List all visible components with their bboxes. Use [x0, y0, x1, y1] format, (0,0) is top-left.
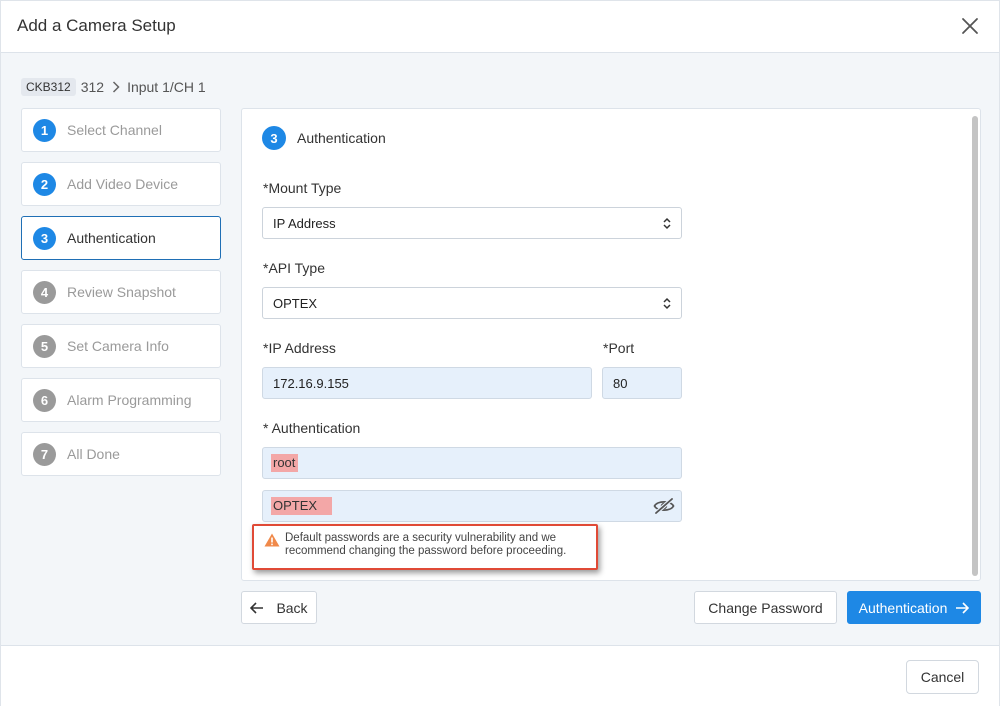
step-number: 2	[33, 172, 56, 196]
step-label: Authentication	[67, 230, 156, 246]
step-list: 1 Select Channel 2 Add Video Device 3 Au…	[21, 108, 221, 486]
step-label: All Done	[67, 446, 120, 462]
select-arrows-icon	[663, 297, 671, 313]
panel-title: Authentication	[297, 130, 386, 146]
api-type-select[interactable]: OPTEX	[262, 287, 682, 319]
step-authentication[interactable]: 3 Authentication	[21, 216, 221, 260]
breadcrumb-channel: Input 1/CH 1	[127, 79, 206, 95]
panel-step-number: 3	[262, 126, 286, 150]
step-number: 4	[33, 280, 56, 304]
select-arrows-icon	[663, 217, 671, 233]
dialog-footer: Cancel	[1, 645, 999, 706]
dialog-title: Add a Camera Setup	[17, 16, 176, 35]
mount-type-select[interactable]: IP Address	[262, 207, 682, 239]
ip-address-input[interactable]: 172.16.9.155	[262, 367, 592, 399]
ip-address-value: 172.16.9.155	[273, 375, 349, 391]
close-icon[interactable]	[959, 15, 981, 37]
password-input[interactable]: OPTEX	[262, 490, 682, 522]
port-label: *Port	[603, 340, 635, 356]
next-label: Authentication	[858, 599, 948, 616]
step-all-done[interactable]: 7 All Done	[21, 432, 221, 476]
authentication-next-button[interactable]: Authentication	[847, 591, 981, 624]
mount-type-value: IP Address	[273, 215, 336, 231]
step-select-channel[interactable]: 1 Select Channel	[21, 108, 221, 152]
step-number: 3	[33, 226, 56, 250]
password-warning: Default passwords are a security vulnera…	[252, 524, 598, 570]
breadcrumb-badge: CKB312	[21, 78, 76, 96]
step-label: Select Channel	[67, 122, 162, 138]
username-value: root	[271, 454, 299, 472]
authentication-panel: 3 Authentication *Mount Type IP Address …	[241, 108, 981, 581]
step-add-video-device[interactable]: 2 Add Video Device	[21, 162, 221, 206]
eye-off-icon[interactable]	[653, 497, 675, 518]
dialog-header: Add a Camera Setup	[1, 1, 999, 53]
arrow-left-icon	[250, 601, 264, 614]
step-set-camera-info[interactable]: 5 Set Camera Info	[21, 324, 221, 368]
step-label: Review Snapshot	[67, 284, 176, 300]
add-camera-dialog: Add a Camera Setup CKB312 312 Input 1/CH…	[0, 0, 1000, 706]
warning-icon	[264, 533, 280, 547]
port-value: 80	[613, 375, 628, 391]
authentication-label: * Authentication	[263, 420, 361, 436]
arrow-right-icon	[956, 601, 970, 614]
scrollbar[interactable]	[972, 116, 978, 576]
mount-type-label: *Mount Type	[263, 180, 342, 196]
breadcrumb-device[interactable]: 312	[81, 79, 104, 95]
change-password-button[interactable]: Change Password	[694, 591, 837, 624]
chevron-right-icon	[112, 81, 120, 93]
step-alarm-programming[interactable]: 6 Alarm Programming	[21, 378, 221, 422]
cancel-button[interactable]: Cancel	[906, 660, 979, 694]
api-type-label: *API Type	[263, 260, 326, 276]
breadcrumb: CKB312 312 Input 1/CH 1	[21, 77, 206, 97]
step-number: 6	[33, 388, 56, 412]
back-label: Back	[276, 599, 308, 616]
change-password-label: Change Password	[708, 599, 823, 616]
back-button[interactable]: Back	[241, 591, 317, 624]
ip-address-label: *IP Address	[263, 340, 336, 356]
step-number: 5	[33, 334, 56, 358]
api-type-value: OPTEX	[273, 295, 318, 311]
warning-text: Default passwords are a security vulnera…	[285, 532, 567, 557]
username-input[interactable]: root	[262, 447, 682, 479]
step-label: Add Video Device	[67, 176, 179, 192]
port-input[interactable]: 80	[602, 367, 682, 399]
step-label: Alarm Programming	[67, 392, 192, 408]
panel-header: 3 Authentication	[262, 126, 386, 150]
step-number: 7	[33, 442, 56, 466]
step-number: 1	[33, 118, 56, 142]
step-label: Set Camera Info	[67, 338, 169, 354]
password-value: OPTEX	[271, 497, 333, 515]
step-review-snapshot[interactable]: 4 Review Snapshot	[21, 270, 221, 314]
